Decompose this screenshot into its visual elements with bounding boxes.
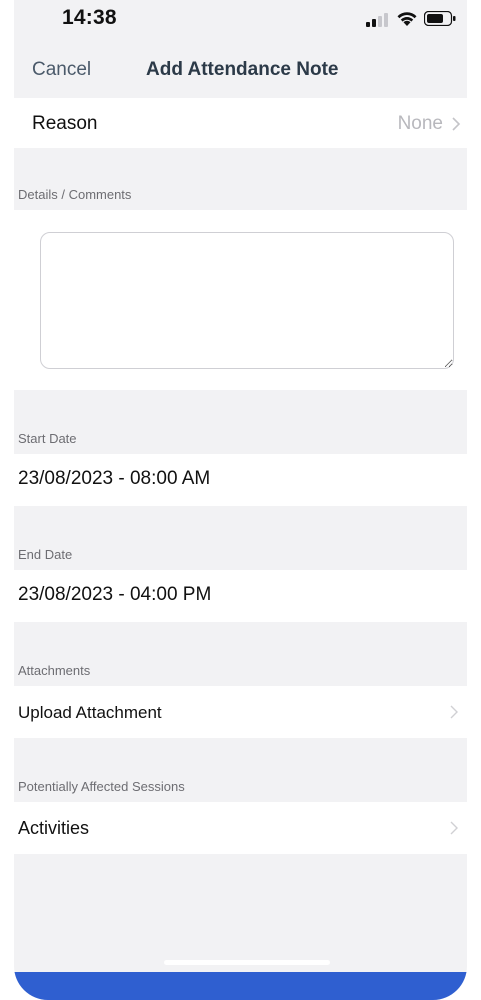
- status-time: 14:38: [62, 6, 117, 29]
- battery-icon: [424, 11, 456, 26]
- start-date-header: Start Date: [18, 431, 77, 446]
- start-date-section-header: Start Date: [14, 390, 467, 454]
- end-date-section-header: End Date: [14, 506, 467, 570]
- sessions-header: Potentially Affected Sessions: [18, 779, 185, 794]
- status-bar: 14:38: [14, 0, 467, 42]
- signal-icon: [366, 13, 388, 27]
- cancel-button[interactable]: Cancel: [32, 59, 91, 81]
- reason-row[interactable]: Reason None: [14, 98, 467, 148]
- details-textarea[interactable]: [40, 232, 454, 369]
- home-indicator[interactable]: [164, 960, 330, 965]
- navigation-bar: Cancel Add Attendance Note: [14, 42, 467, 98]
- details-section-header: Details / Comments: [14, 148, 467, 210]
- activities-row[interactable]: Activities: [14, 802, 467, 854]
- chevron-right-icon: [450, 705, 458, 719]
- app-screen: 14:38 Cancel Add Attendance Note Reason …: [14, 0, 467, 1000]
- end-date-header: End Date: [18, 547, 73, 562]
- chevron-right-icon: [452, 117, 461, 131]
- upload-attachment-row[interactable]: Upload Attachment: [14, 686, 467, 738]
- page-title: Add Attendance Note: [146, 59, 339, 80]
- upload-attachment-label: Upload Attachment: [18, 703, 162, 722]
- reason-value: None: [397, 113, 443, 134]
- chevron-right-icon: [450, 821, 458, 835]
- attachments-header: Attachments: [18, 663, 91, 678]
- reason-label: Reason: [32, 113, 98, 134]
- wifi-icon: [397, 12, 417, 26]
- activities-label: Activities: [18, 818, 90, 838]
- start-date-row[interactable]: 23/08/2023 - 08:00 AM: [14, 454, 467, 506]
- bottom-bar: [14, 972, 467, 1000]
- end-date-value: 23/08/2023 - 04:00 PM: [18, 584, 212, 605]
- end-date-row[interactable]: 23/08/2023 - 04:00 PM: [14, 570, 467, 622]
- start-date-value: 23/08/2023 - 08:00 AM: [18, 468, 211, 489]
- sessions-section-header: Potentially Affected Sessions: [14, 738, 467, 802]
- attachments-section-header: Attachments: [14, 622, 467, 686]
- details-header: Details / Comments: [18, 187, 132, 202]
